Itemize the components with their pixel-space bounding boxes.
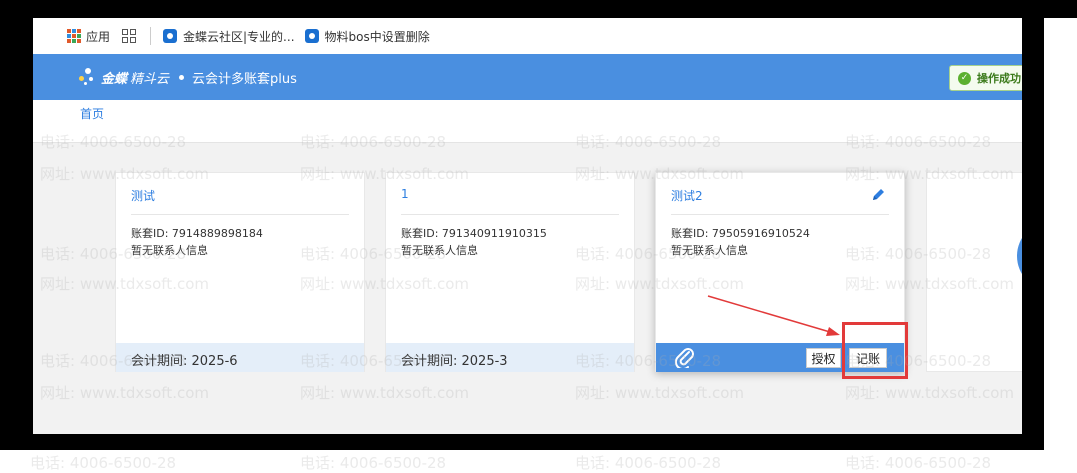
bookmarks-bar: 应用 金蝶云社区|专业的... 物料bos中设置删除 [33, 18, 1022, 54]
watermark-phone: 电话: 4006-6500-28 [40, 245, 187, 263]
account-id: 账套ID: 791340911910315 [401, 227, 547, 240]
watermark-phone: 电话: 4006-6500-28 [575, 245, 722, 263]
card-divider [671, 214, 889, 215]
watermark-site: 网址: www.tdxsoft.com [300, 384, 469, 402]
brand-sub: 精斗云 [130, 71, 170, 87]
account-card-partial[interactable] [926, 172, 1022, 372]
authorize-button[interactable]: 授权 [806, 348, 841, 368]
bookmark-label: 金蝶云社区|专业的... [183, 29, 295, 44]
watermark-site: 网址: www.tdxsoft.com [845, 275, 1014, 293]
watermark-site: 网址: www.tdxsoft.com [575, 384, 744, 402]
account-card-title[interactable]: 测试2 [671, 187, 703, 204]
tab-grid-icon[interactable] [122, 29, 137, 43]
watermark-phone: 电话: 4006-6500-28 [845, 245, 992, 263]
success-toast: ✓ 操作成功 [949, 65, 1022, 91]
brand-name: 金蝶 [101, 71, 128, 87]
bookmark-bos-delete[interactable]: 物料bos中设置删除 [304, 28, 430, 45]
watermark-site: 网址: www.tdxsoft.com [40, 165, 209, 183]
watermark-site: 网址: www.tdxsoft.com [300, 165, 469, 183]
frame-border-top [0, 0, 1077, 18]
watermark-phone: 电话: 4006-6500-28 [575, 352, 722, 370]
check-circle-icon: ✓ [958, 71, 971, 85]
add-account-circle[interactable] [1017, 221, 1022, 291]
screenshot-frame: 应用 金蝶云社区|专业的... 物料bos中设置删除 金蝶 精斗云 云会计多账套… [0, 0, 1077, 472]
frame-border-left [0, 18, 33, 450]
title-dot-separator [179, 74, 185, 80]
kingdee-favicon-icon [163, 29, 178, 43]
frame-border-right [1022, 18, 1044, 450]
watermark-site: 网址: www.tdxsoft.com [845, 384, 1014, 402]
watermark-site: 网址: www.tdxsoft.com [300, 275, 469, 293]
watermark-site: 网址: www.tdxsoft.com [845, 165, 1014, 183]
app-header: 金蝶 精斗云 云会计多账套plus ✓ 操作成功 [33, 54, 1022, 100]
card-divider [401, 214, 619, 215]
watermark-phone: 电话: 4006-6500-28 [300, 133, 447, 151]
watermark-phone: 电话: 4006-6500-28 [300, 245, 447, 263]
account-id: 账套ID: 79505916910524 [671, 227, 810, 240]
brand-dots-icon [79, 68, 97, 86]
account-card-title[interactable]: 1 [401, 187, 409, 201]
watermark-phone: 电话: 4006-6500-28 [575, 133, 722, 151]
watermark-phone: 电话: 4006-6500-28 [40, 352, 187, 370]
watermark-site: 网址: www.tdxsoft.com [575, 275, 744, 293]
bookmark-kingdee-community[interactable]: 金蝶云社区|专业的... [163, 28, 295, 45]
bookmark-separator [150, 27, 152, 45]
watermark-site: 网址: www.tdxsoft.com [575, 165, 744, 183]
watermark-phone: 电话: 4006-6500-28 [300, 352, 447, 370]
account-card[interactable]: 1 账套ID: 791340911910315 暂无联系人信息 会计期间: 20… [385, 172, 635, 372]
watermark-phone: 电话: 4006-6500-28 [40, 133, 187, 151]
apps-grid-icon[interactable] [67, 29, 81, 43]
apps-bookmark[interactable]: 应用 [86, 28, 110, 45]
watermark-site: 网址: www.tdxsoft.com [40, 275, 209, 293]
watermark-site: 网址: www.tdxsoft.com [40, 384, 209, 402]
app-title: 云会计多账套plus [192, 71, 297, 87]
account-card-title[interactable]: 测试 [131, 187, 155, 204]
kingdee-favicon-icon [304, 29, 319, 43]
account-card[interactable]: 测试 账套ID: 7914889898184 暂无联系人信息 会计期间: 202… [115, 172, 365, 372]
breadcrumb-home[interactable]: 首页 [80, 105, 104, 122]
brand-logo[interactable]: 金蝶 精斗云 [79, 68, 169, 87]
pencil-edit-icon[interactable] [870, 187, 886, 203]
account-id: 账套ID: 7914889898184 [131, 227, 263, 240]
watermark-phone: 电话: 4006-6500-28 [845, 352, 992, 370]
watermark-phone: 电话: 4006-6500-28 [845, 133, 992, 151]
card-divider [131, 214, 349, 215]
toast-text: 操作成功 [977, 72, 1021, 85]
frame-border-bottom [0, 434, 1044, 450]
bookmark-label: 物料bos中设置删除 [324, 29, 430, 44]
